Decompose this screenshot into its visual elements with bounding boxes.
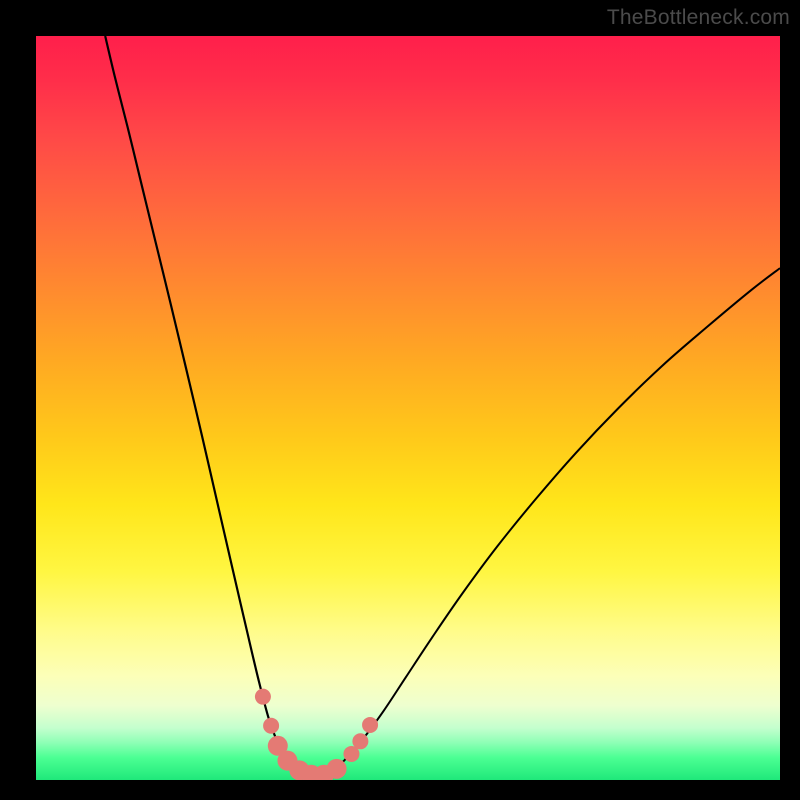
plot-area [36, 36, 780, 780]
chart-frame: TheBottleneck.com [0, 0, 800, 800]
curve-layer [36, 36, 780, 780]
threshold-dot [263, 718, 279, 734]
threshold-dot [255, 689, 271, 705]
threshold-dot [352, 733, 368, 749]
bottleneck-curve-right [319, 268, 780, 780]
watermark-text: TheBottleneck.com [607, 6, 790, 30]
threshold-dot [362, 717, 378, 733]
bottleneck-curve-left [105, 36, 319, 780]
threshold-dot [327, 759, 347, 779]
